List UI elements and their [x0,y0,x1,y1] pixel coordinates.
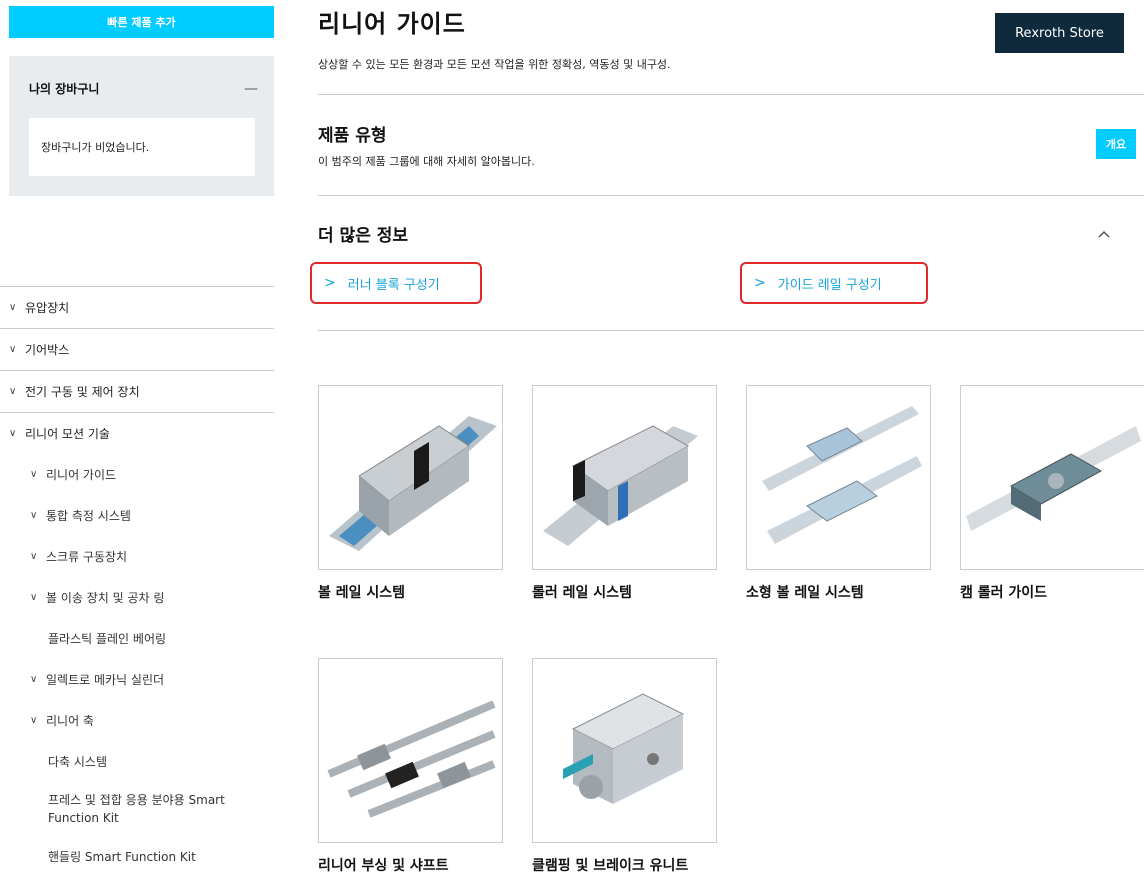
linear-motion-subnav: ∨ 리니어 가이드 ∨ 통합 측정 시스템 ∨ 스크류 구동장치 ∨ 볼 이송 장치 및… [0,454,274,877]
product-type-title: 제품 유형 [318,126,387,146]
subnav-item-label: 플라스틱 플레인 베어링 [48,632,167,646]
chevron-down-icon: ∨ [9,386,17,397]
link-label: 러너 블록 구성기 [347,277,440,293]
product-name[interactable]: 볼 레일 시스템 [318,582,503,602]
nav-item-label: 유압장치 [25,301,70,315]
subnav-item-plain-bearings[interactable]: 플라스틱 플레인 베어링 [0,618,274,659]
product-image[interactable] [532,658,717,843]
chevron-down-icon: ∨ [30,551,38,562]
chevron-down-icon: ∨ [9,344,17,355]
subnav-item-em-cylinders[interactable]: ∨ 일렉트로 메카닉 실린더 [0,659,274,700]
cart-empty-message: 장바구니가 비었습니다. [29,118,255,176]
subnav-item-label: 일렉트로 메카닉 실린더 [46,673,165,687]
chevron-down-icon: ∨ [9,428,17,439]
collapse-icon[interactable]: — [244,81,258,97]
divider [318,330,1144,331]
product-card-ball-rail[interactable]: 볼 레일 시스템 [318,385,503,602]
product-image[interactable] [532,385,717,570]
product-image[interactable] [746,385,931,570]
cart-header[interactable]: 나의 장바구니 — [29,80,258,97]
subnav-item-linear-axes[interactable]: ∨ 리니어 축 [0,700,274,741]
subnav-item-label: 리니어 가이드 [46,468,117,482]
nav-item-label: 리니어 모션 기술 [25,427,110,441]
product-name[interactable]: 클램핑 및 브레이크 유니트 [532,855,717,875]
more-info-title: 더 많은 정보 [318,226,409,246]
chevron-down-icon: ∨ [30,674,38,685]
product-name[interactable]: 캠 롤러 가이드 [960,582,1144,602]
link-label: 가이드 레일 구성기 [777,277,882,293]
subnav-item-label: 다축 시스템 [48,755,108,769]
subnav-item-label: Function Kit [48,811,119,825]
divider [318,195,1144,196]
nav-item-gearboxes[interactable]: ∨ 기어박스 [0,328,274,370]
product-card-linear-bushing[interactable]: 리니어 부싱 및 샤프트 [318,658,503,875]
cart-title: 나의 장바구니 [29,82,100,96]
subnav-item-press-kit[interactable]: 프레스 및 접합 응용 분야용 Smart Function Kit [0,782,274,836]
nav-item-electric-drives[interactable]: ∨ 전기 구동 및 제어 장치 [0,370,274,412]
chevron-down-icon: ∨ [30,715,38,726]
nav-item-label: 전기 구동 및 제어 장치 [25,385,140,399]
subnav-item-screw-drives[interactable]: ∨ 스크류 구동장치 [0,536,274,577]
product-name[interactable]: 롤러 레일 시스템 [532,582,717,602]
subnav-item-label: 핸들링 Smart Function Kit [48,850,196,864]
divider [318,94,1144,95]
product-image[interactable] [960,385,1144,570]
chevron-down-icon: ∨ [9,302,17,313]
subnav-item-label: 프레스 및 접합 응용 분야용 Smart [48,793,225,807]
overview-button[interactable]: 개요 [1096,129,1136,159]
subnav-item-ball-transfer[interactable]: ∨ 볼 이송 장치 및 공차 링 [0,577,274,618]
subnav-item-multi-axis[interactable]: 다축 시스템 [0,741,274,782]
subnav-item-label: 볼 이송 장치 및 공차 링 [46,591,165,605]
chevron-right-icon: > [324,275,336,291]
product-card-roller-rail[interactable]: 롤러 레일 시스템 [532,385,717,602]
chevron-down-icon: ∨ [30,510,38,521]
subnav-item-label: 리니어 축 [46,714,94,728]
product-card-clamping-brake[interactable]: 클램핑 및 브레이크 유니트 [532,658,717,875]
page-subtitle: 상상할 수 있는 모든 환경과 모든 모션 작업을 위한 정확성, 역동성 및 … [318,58,671,71]
nav-item-linear-motion[interactable]: ∨ 리니어 모션 기술 [0,412,274,454]
subnav-item-label: 스크류 구동장치 [46,550,128,564]
page-title: 리니어 가이드 [318,10,466,38]
rexroth-store-button[interactable]: Rexroth Store [995,13,1124,53]
product-image[interactable] [318,385,503,570]
chevron-down-icon: ∨ [30,469,38,480]
cart-panel: 나의 장바구니 — 장바구니가 비었습니다. [9,56,274,196]
product-card-miniature-ball-rail[interactable]: 소형 볼 레일 시스템 [746,385,931,602]
nav-item-hydraulics[interactable]: ∨ 유압장치 [0,286,274,328]
product-card-cam-roller-guide[interactable]: 캠 롤러 가이드 [960,385,1144,602]
chevron-down-icon: ∨ [30,592,38,603]
subnav-item-label: 통합 측정 시스템 [46,509,131,523]
product-type-description: 이 범주의 제품 그룹에 대해 자세히 알아봅니다. [318,155,535,168]
runner-block-configurator-link[interactable]: > 러너 블록 구성기 [310,262,482,304]
product-name[interactable]: 소형 볼 레일 시스템 [746,582,931,602]
product-name[interactable]: 리니어 부싱 및 샤프트 [318,855,503,875]
guide-rail-configurator-link[interactable]: > 가이드 레일 구성기 [740,262,928,304]
subnav-item-handling-kit[interactable]: 핸들링 Smart Function Kit [0,836,274,877]
subnav-item-measuring-systems[interactable]: ∨ 통합 측정 시스템 [0,495,274,536]
chevron-up-icon[interactable] [1096,226,1112,242]
product-image[interactable] [318,658,503,843]
subnav-item-linear-guides[interactable]: ∨ 리니어 가이드 [0,454,274,495]
nav-item-label: 기어박스 [25,343,70,357]
chevron-right-icon: > [754,275,766,291]
category-nav: ∨ 유압장치 ∨ 기어박스 ∨ 전기 구동 및 제어 장치 ∨ 리니어 모션 기술 [0,286,274,454]
quick-add-product-button[interactable]: 빠른 제품 추가 [9,6,274,38]
